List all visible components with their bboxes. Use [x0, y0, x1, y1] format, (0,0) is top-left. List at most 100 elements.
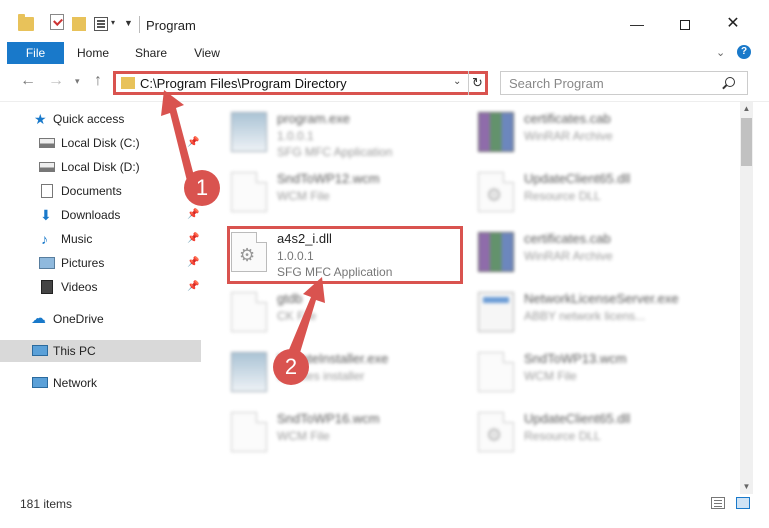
sidebar-item-label: Music [61, 232, 93, 246]
file-name: gtdb [277, 291, 303, 306]
minimize-icon: — [630, 16, 644, 32]
new-folder-icon[interactable] [72, 17, 86, 31]
address-dropdown-icon[interactable]: ⌄ [453, 76, 461, 87]
videos-icon [41, 280, 53, 294]
file-item[interactable]: certificates.cab WinRAR Archive [478, 108, 738, 164]
computer-icon [32, 345, 48, 356]
ribbon-tabs: File Home Share View ⌄ ? [0, 42, 769, 64]
tab-home[interactable]: Home [72, 42, 114, 64]
file-list: program.exe 1.0.0.1 SFG MFC Application … [201, 102, 740, 494]
minimize-button[interactable]: — [614, 9, 660, 39]
folder-icon [121, 77, 135, 89]
item-count: 181 items [20, 497, 73, 511]
recent-locations-icon[interactable]: ▾ [75, 76, 80, 87]
file-description: SFG MFC Application [277, 145, 393, 159]
search-input[interactable]: Search Program [509, 76, 604, 91]
sidebar-item-label: Videos [61, 280, 98, 294]
drive-icon [39, 138, 55, 148]
forward-arrow-icon[interactable]: → [48, 72, 64, 90]
scroll-thumb[interactable] [741, 118, 752, 166]
details-view-icon[interactable] [711, 497, 725, 509]
up-arrow-icon[interactable]: ↑ [94, 72, 102, 90]
file-item[interactable]: gtdb CK File [231, 288, 491, 344]
drive-icon [39, 162, 55, 172]
scroll-down-icon[interactable]: ▼ [740, 480, 753, 494]
tiles-view-icon[interactable] [736, 497, 750, 509]
address-path[interactable]: C:\Program Files\Program Directory [140, 76, 347, 91]
file-item[interactable]: UpdateInstaller.exe updates installer [231, 348, 491, 404]
file-item[interactable]: UpdateClient65.dll Resource DLL [478, 408, 738, 464]
back-arrow-icon[interactable]: ← [20, 72, 36, 90]
status-bar: 181 items [0, 494, 769, 528]
app-icon [478, 292, 514, 332]
file-icon [231, 292, 267, 332]
sidebar-item-videos[interactable]: Videos 📌 [0, 276, 201, 298]
sidebar-item-this-pc[interactable]: This PC [0, 340, 201, 362]
sidebar-item-label: Local Disk (C:) [61, 136, 140, 150]
sidebar-item-label: Downloads [61, 208, 121, 222]
sidebar-item-local-disk-d[interactable]: Local Disk (D:) [0, 156, 201, 178]
sidebar-item-network[interactable]: Network [0, 372, 201, 394]
maximize-button[interactable] [662, 9, 708, 39]
sidebar-item-quick-access[interactable]: ★ Quick access [0, 108, 201, 130]
file-item[interactable]: SndToWP16.wcm WCM File [231, 408, 491, 464]
sidebar-item-music[interactable]: ♪ Music 📌 [0, 228, 201, 250]
vertical-scrollbar[interactable]: ▲ ▼ [740, 102, 753, 494]
file-item[interactable]: SndToWP13.wcm WCM File [478, 348, 738, 404]
file-type: CK File [277, 309, 317, 323]
rar-icon [478, 232, 514, 272]
navigation-pane: ★ Quick access Local Disk (C:) 📌 Local D… [0, 102, 201, 494]
scroll-up-icon[interactable]: ▲ [740, 102, 753, 116]
folder-icon[interactable] [18, 14, 34, 31]
step-2-badge: 2 [273, 349, 309, 385]
file-name: UpdateClient65.dll [524, 171, 631, 186]
file-type: WinRAR Archive [524, 129, 613, 143]
title-separator [139, 16, 140, 33]
star-icon: ★ [34, 111, 47, 127]
properties-check-icon[interactable] [50, 14, 64, 30]
onedrive-icon: ☁ [31, 310, 46, 327]
refresh-icon[interactable]: ↻ [468, 71, 486, 95]
address-bar[interactable]: C:\Program Files\Program Directory ⌄ ↻ [113, 71, 488, 95]
window-title: Program [146, 18, 196, 33]
help-icon[interactable]: ? [737, 45, 751, 59]
file-icon [231, 172, 267, 212]
sidebar-item-pictures[interactable]: Pictures 📌 [0, 252, 201, 274]
file-type: WinRAR Archive [524, 249, 613, 263]
file-item[interactable]: NetworkLicenseServer.exe ABBY network li… [478, 288, 738, 344]
exe-icon [231, 352, 267, 392]
expand-ribbon-icon[interactable]: ⌄ [716, 46, 725, 59]
file-name: SndToWP12.wcm [277, 171, 380, 186]
file-item[interactable]: certificates.cab WinRAR Archive [478, 228, 738, 284]
file-icon [231, 412, 267, 452]
sidebar-item-label: Quick access [53, 112, 125, 126]
tab-share[interactable]: Share [130, 42, 172, 64]
tab-file[interactable]: File [7, 42, 64, 64]
file-name: SndToWP13.wcm [524, 351, 627, 366]
tab-view[interactable]: View [188, 42, 226, 64]
search-box[interactable]: Search Program [500, 71, 748, 95]
sidebar-item-label: This PC [53, 344, 96, 358]
sidebar-item-label: Network [53, 376, 98, 390]
search-icon[interactable] [725, 77, 735, 87]
sidebar-item-label: Local Disk (D:) [61, 160, 140, 174]
close-button[interactable]: ✕ [710, 9, 756, 39]
file-item[interactable]: program.exe 1.0.0.1 SFG MFC Application [231, 108, 491, 164]
properties-icon[interactable] [94, 17, 108, 31]
sidebar-item-onedrive[interactable]: ☁ OneDrive [0, 308, 201, 330]
file-type: WCM File [524, 369, 577, 383]
navigation-bar: ← → ▾ ↑ C:\Program Files\Program Directo… [0, 64, 769, 102]
sidebar-item-label: Pictures [61, 256, 105, 270]
file-item[interactable]: SndToWP12.wcm WCM File [231, 168, 491, 224]
quick-access-dropdown-icon[interactable]: ▾ [111, 18, 115, 36]
sidebar-item-documents[interactable]: Documents 📌 [0, 180, 201, 202]
pictures-icon [39, 257, 55, 269]
file-name: NetworkLicenseServer.exe [524, 291, 679, 306]
file-type: WCM File [277, 429, 330, 443]
sidebar-item-downloads[interactable]: ⬇ Downloads 📌 [0, 204, 201, 226]
dll-icon [478, 172, 514, 212]
file-item[interactable]: UpdateClient65.dll Resource DLL [478, 168, 738, 224]
file-type: Resource DLL [524, 189, 601, 203]
customize-toolbar-icon[interactable]: ▼ [124, 18, 133, 36]
sidebar-item-local-disk-c[interactable]: Local Disk (C:) 📌 [0, 132, 201, 154]
